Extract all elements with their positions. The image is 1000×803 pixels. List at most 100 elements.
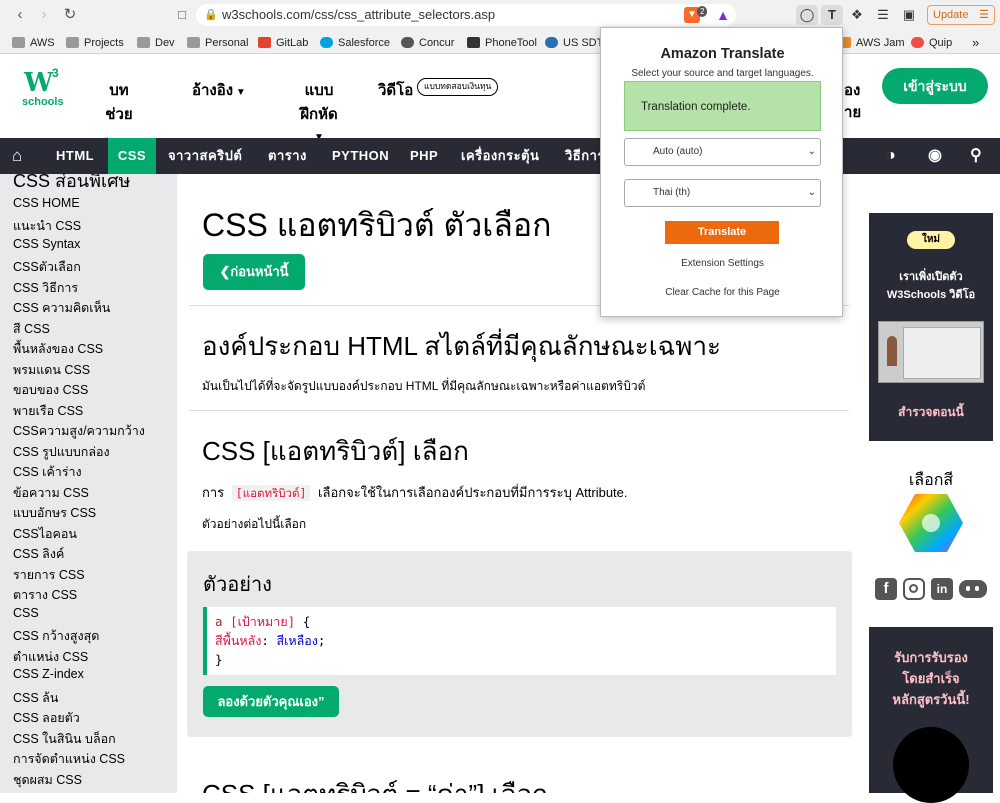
- try-it-button[interactable]: ลองด้วยตัวคุณเอง”: [203, 686, 339, 717]
- clear-cache-link[interactable]: Clear Cache for this Page: [601, 287, 844, 298]
- puzzle-icon[interactable]: ❖: [846, 5, 868, 25]
- code-block: a [เป้าหมาย] { สีพื้นหลัง: สีเหลือง; }: [203, 607, 836, 675]
- sidebar-item[interactable]: CSS ความคิดเห็น: [13, 298, 110, 318]
- translate-button[interactable]: Translate: [665, 221, 779, 244]
- w3schools-logo[interactable]: W 3 schools: [22, 66, 66, 108]
- menu-partial-2[interactable]: าย: [844, 100, 861, 124]
- bookmark-aws[interactable]: AWS: [12, 35, 55, 51]
- sidebar-item[interactable]: CSSไอคอน: [13, 524, 77, 544]
- nav-php[interactable]: PHP: [410, 138, 438, 174]
- contrast-icon[interactable]: ◑: [886, 138, 896, 174]
- login-button[interactable]: เข้าสู่ระบบ: [882, 68, 988, 104]
- sidebar-item[interactable]: แนะนำ CSS: [13, 216, 81, 236]
- bookmark-projects[interactable]: Projects: [66, 35, 124, 51]
- sidebar-item[interactable]: พื้นหลังของ CSS: [13, 339, 103, 359]
- target-language-select[interactable]: Thai (th) ⌄: [624, 179, 821, 207]
- sidebar-item[interactable]: CSS ล้น: [13, 688, 58, 708]
- bookmark-aws-jam[interactable]: AWS Jam: [838, 35, 905, 51]
- bookmark-us-sdt[interactable]: US SDT: [545, 35, 603, 51]
- sidebar-item[interactable]: สี CSS: [13, 319, 50, 339]
- paragraph: การ [แอตทริบิวต์] เลือกจะใช้ในการเลือกอง…: [202, 485, 628, 501]
- sidebar-item[interactable]: CSS เค้าร่าง: [13, 462, 82, 482]
- sidebar-item[interactable]: CSS ลิงค์: [13, 544, 64, 564]
- section-heading: CSS [แอตทริบิวต์ = “ค่า”] เลือก: [202, 774, 548, 793]
- nav-css[interactable]: CSS: [108, 138, 156, 174]
- sidebar-item[interactable]: การจัดตำแหน่ง CSS: [13, 749, 125, 769]
- video-promo[interactable]: ใหม่ เราเพิ่งเปิดตัว W3Schools วิดีโอ สำ…: [869, 213, 993, 441]
- playlist-icon[interactable]: ☰: [872, 5, 894, 25]
- sidebar-item[interactable]: CSS Syntax: [13, 237, 80, 251]
- sidebar-item[interactable]: CSS HOME: [13, 196, 80, 210]
- forward-icon[interactable]: ›: [34, 5, 54, 25]
- brave-rewards-icon[interactable]: ▲: [712, 5, 734, 25]
- nav-python[interactable]: PYTHON: [332, 138, 389, 174]
- menu-partial-1[interactable]: อง: [844, 78, 860, 102]
- update-button[interactable]: Update ☰: [927, 5, 995, 25]
- funding-badge[interactable]: แบบทดสอบเงินทุน: [417, 78, 499, 96]
- menu-videos[interactable]: วิดีโอ: [378, 78, 413, 102]
- nav-howto[interactable]: วิธีการ: [565, 138, 605, 174]
- more-bookmarks[interactable]: »: [972, 35, 979, 51]
- color-hexagon-icon[interactable]: [898, 492, 964, 554]
- sidebar-item[interactable]: พรมแดน CSS: [13, 360, 90, 380]
- explore-link[interactable]: สำรวจตอนนี้: [869, 403, 993, 422]
- sidebar-item[interactable]: ตาราง CSS: [13, 585, 77, 605]
- sidebar-item[interactable]: ขอบของ CSS: [13, 380, 88, 400]
- discord-icon[interactable]: [959, 580, 987, 598]
- example-title: ตัวอย่าง: [203, 574, 272, 596]
- extension-speed-icon[interactable]: ◯: [796, 5, 818, 25]
- home-icon[interactable]: ⌂: [12, 138, 23, 174]
- bookmark-dev[interactable]: Dev: [137, 35, 175, 51]
- menu-exercises[interactable]: แบบฝึกหัด ▼: [286, 78, 352, 143]
- bookmark-concur[interactable]: Concur: [401, 35, 454, 51]
- bookmark-gitlab[interactable]: GitLab: [258, 35, 308, 51]
- topic-navbar: ⌂ HTML CSS จาวาสคริปต์ ตาราง PYTHON PHP …: [0, 138, 1000, 174]
- bookmark-salesforce[interactable]: Salesforce: [320, 35, 390, 51]
- sidebar-item[interactable]: CSS Z-index: [13, 667, 84, 681]
- globe-icon[interactable]: ◉: [928, 138, 942, 174]
- promo-text: เราเพิ่งเปิดตัว W3Schools วิดีโอ: [886, 271, 976, 301]
- previous-button[interactable]: ❮ก่อนหน้านี้: [203, 254, 305, 290]
- sidebar-item[interactable]: CSSความสูง/ความกว้าง: [13, 421, 145, 441]
- sidebar-item[interactable]: CSSตัวเลือก: [13, 257, 81, 277]
- menu-references[interactable]: อ้างอิง ▼: [192, 78, 246, 102]
- sidebar-item[interactable]: แบบอักษร CSS: [13, 503, 96, 523]
- search-icon[interactable]: ⚲: [970, 138, 982, 174]
- sidebar-item[interactable]: CSS กว้างสูงสุด: [13, 626, 99, 646]
- sidebar-item[interactable]: รายการ CSS: [13, 565, 85, 585]
- address-bar[interactable]: 🔒 w3schools.com/css/css_attribute_select…: [196, 4, 736, 26]
- sidebar-item[interactable]: ตำแหน่ง CSS: [13, 647, 88, 667]
- site-header: W 3 schools บทช่วย สอน ▼ อ้างอิง ▼ แบบฝึ…: [0, 54, 1000, 151]
- sidebar-item[interactable]: CSS ในสินิน บล็อก: [13, 729, 116, 749]
- section-heading: CSS [แอตทริบิวต์] เลือก: [202, 436, 469, 466]
- nav-html[interactable]: HTML: [56, 138, 94, 174]
- menu-icon: ☰: [979, 9, 989, 21]
- certification-promo[interactable]: รับการรับรอง โดยสำเร็จ หลักสูตรวันนี้!: [869, 627, 993, 803]
- popup-title: Amazon Translate: [660, 46, 785, 62]
- wallet-icon[interactable]: ▣: [898, 5, 920, 25]
- bookmark-icon[interactable]: □: [172, 5, 192, 25]
- nav-tables[interactable]: ตาราง: [268, 138, 307, 174]
- sidebar-item[interactable]: CSS: [13, 606, 39, 620]
- sidebar-item[interactable]: พายเรือ CSS: [13, 401, 83, 421]
- translate-extension-icon[interactable]: T: [821, 5, 843, 25]
- sidebar-item[interactable]: CSS รูปแบบกล่อง: [13, 442, 110, 462]
- reload-icon[interactable]: ↻: [60, 5, 80, 25]
- bookmark-personal[interactable]: Personal: [187, 35, 248, 51]
- bookmark-phonetool[interactable]: PhoneTool: [467, 35, 537, 51]
- sidebar-item[interactable]: ชุดผสม CSS: [13, 770, 82, 790]
- sidebar-item[interactable]: CSS วิธีการ: [13, 278, 78, 298]
- sidebar-item[interactable]: ข้อความ CSS: [13, 483, 89, 503]
- instagram-icon[interactable]: [903, 578, 925, 600]
- bookmark-quip[interactable]: Quip: [911, 35, 952, 51]
- source-language-select[interactable]: Auto (auto) ⌄: [624, 138, 821, 166]
- facebook-icon[interactable]: f: [875, 578, 897, 600]
- nav-javascript[interactable]: จาวาสคริปต์: [168, 138, 242, 174]
- back-icon[interactable]: ‹: [10, 5, 30, 25]
- paragraph: มันเป็นไปได้ที่จะจัดรูปแบบองค์ประกอบ HTM…: [202, 379, 646, 393]
- nav-bootstrap[interactable]: เครื่องกระตุ้น: [461, 138, 539, 174]
- extension-settings-link[interactable]: Extension Settings: [601, 258, 844, 269]
- linkedin-icon[interactable]: in: [931, 578, 953, 600]
- cert-text: รับการรับรอง โดยสำเร็จ หลักสูตรวันนี้!: [892, 650, 970, 707]
- sidebar-item[interactable]: CSS ลอยตัว: [13, 708, 80, 728]
